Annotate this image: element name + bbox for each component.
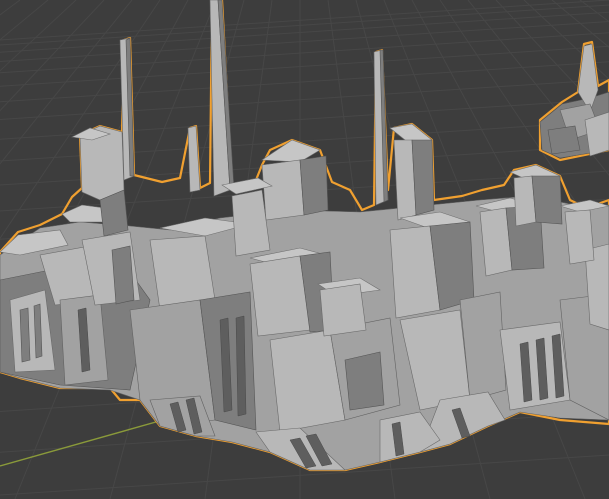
3d-viewport[interactable] xyxy=(0,0,609,499)
selected-city-mesh[interactable] xyxy=(0,0,609,472)
grid-line xyxy=(0,11,609,53)
viewport-scene[interactable] xyxy=(0,0,609,499)
grid-line xyxy=(0,0,609,41)
x-axis-line xyxy=(0,417,171,467)
grid-line xyxy=(0,45,609,87)
grid-line xyxy=(0,20,609,62)
grid-line xyxy=(0,61,609,103)
grid-line xyxy=(0,78,609,120)
